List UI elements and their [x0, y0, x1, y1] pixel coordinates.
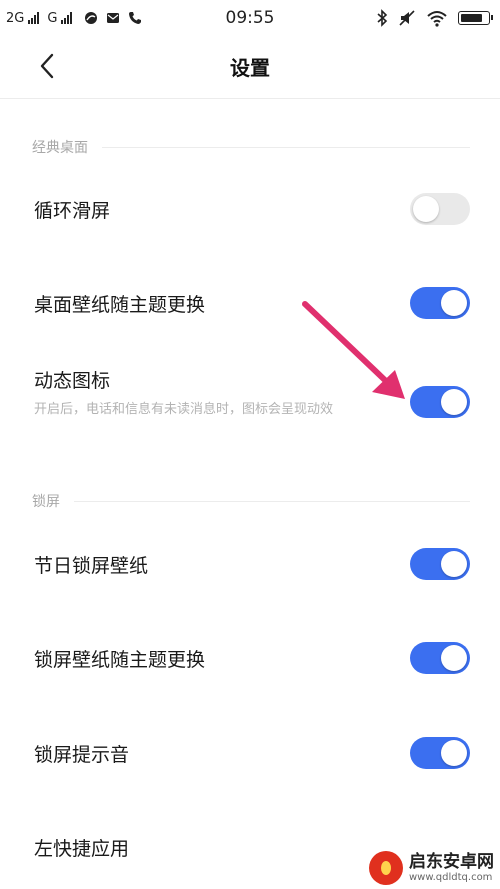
header: 设置	[0, 36, 500, 99]
wifi-icon	[427, 11, 447, 27]
section-classic-desktop: 经典桌面	[32, 137, 470, 157]
toggle-knob	[441, 389, 467, 415]
toggle-knob	[441, 551, 467, 577]
setting-label-left-shortcut: 左快捷应用	[34, 838, 130, 860]
watermark: 启东安卓网 www.qdldtq.com	[369, 851, 494, 885]
toggle-dynamic-icon[interactable]	[410, 386, 470, 418]
setting-label-wallpaper-theme: 桌面壁纸随主题更换	[34, 294, 206, 316]
setting-row-lock-wallpaper-theme[interactable]: 锁屏壁纸随主题更换	[0, 639, 500, 679]
setting-label-loop-scroll: 循环滑屏	[34, 200, 111, 222]
toggle-knob	[441, 290, 467, 316]
watermark-text: 启东安卓网 www.qdldtq.com	[409, 852, 494, 884]
section-label-classic-desktop: 经典桌面	[32, 140, 88, 156]
toggle-lock-wallpaper-theme[interactable]	[410, 642, 470, 674]
watermark-title: 启东安卓网	[409, 852, 494, 872]
setting-label-dynamic-icon: 动态图标	[34, 370, 111, 392]
section-lock-screen: 锁屏	[32, 491, 470, 511]
setting-row-wallpaper-theme[interactable]: 桌面壁纸随主题更换	[0, 284, 500, 324]
toggle-loop-scroll[interactable]	[410, 193, 470, 225]
toggle-wallpaper-theme[interactable]	[410, 287, 470, 319]
setting-row-lock-sound[interactable]: 锁屏提示音	[0, 734, 500, 774]
toggle-knob	[441, 645, 467, 671]
watermark-logo-icon	[369, 851, 403, 885]
toggle-knob	[413, 196, 439, 222]
toggle-lock-sound[interactable]	[410, 737, 470, 769]
status-bar: 2G G 09:55	[0, 0, 500, 36]
setting-label-lock-wallpaper-theme: 锁屏壁纸随主题更换	[34, 649, 206, 671]
setting-row-holiday-wallpaper[interactable]: 节日锁屏壁纸	[0, 545, 500, 585]
setting-row-loop-scroll[interactable]: 循环滑屏	[0, 190, 500, 230]
page-title: 设置	[230, 56, 270, 80]
battery-icon	[458, 11, 493, 25]
status-right	[376, 8, 493, 28]
section-label-lock-screen: 锁屏	[32, 494, 60, 510]
setting-desc-dynamic-icon: 开启后，电话和信息有未读消息时，图标会呈现动效	[34, 402, 334, 417]
setting-label-holiday-wallpaper: 节日锁屏壁纸	[34, 555, 149, 577]
toggle-holiday-wallpaper[interactable]	[410, 548, 470, 580]
toggle-knob	[441, 740, 467, 766]
section-divider	[102, 146, 470, 148]
section-divider	[74, 500, 470, 502]
setting-row-dynamic-icon[interactable]: 动态图标 开启后，电话和信息有未读消息时，图标会呈现动效	[0, 362, 500, 442]
setting-label-lock-sound: 锁屏提示音	[34, 744, 130, 766]
watermark-url: www.qdldtq.com	[409, 872, 493, 883]
mute-icon	[399, 10, 415, 26]
bluetooth-icon	[377, 9, 388, 27]
